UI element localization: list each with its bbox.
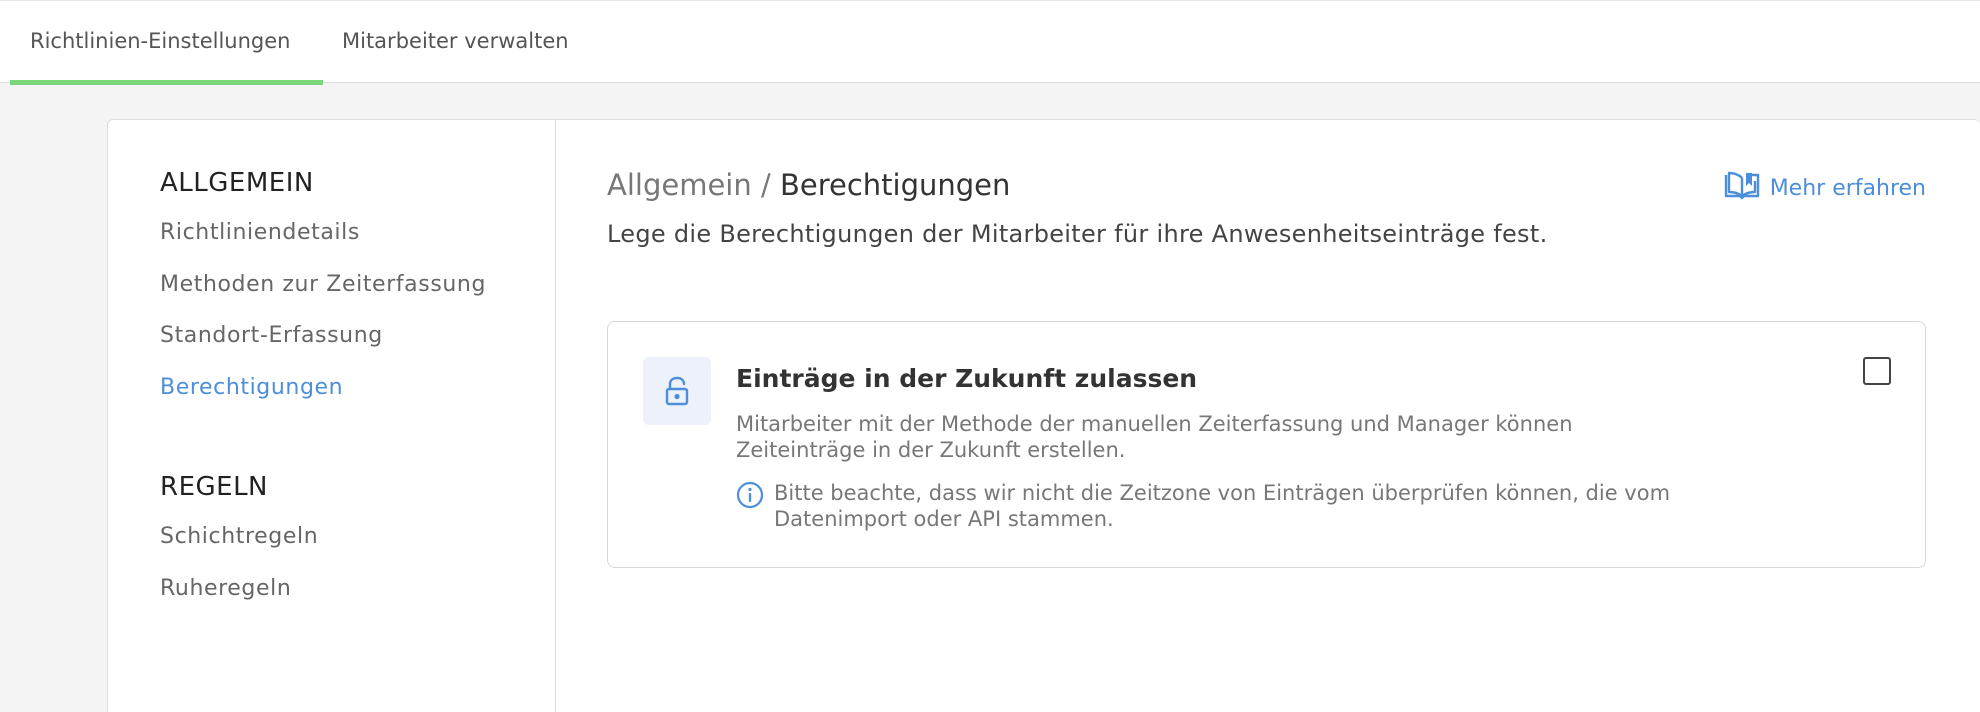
sidebar-item-berechtigungen[interactable]: Berechtigungen <box>160 375 343 400</box>
sidebar-item-methoden[interactable]: Methoden zur Zeiterfassung <box>160 272 486 297</box>
sidebar-item-ruheregeln[interactable]: Ruheregeln <box>160 576 291 601</box>
learn-more-link[interactable]: Mehr erfahren <box>1724 170 1926 206</box>
sidebar-item-standort[interactable]: Standort-Erfassung <box>160 323 383 348</box>
info-icon <box>736 481 764 532</box>
sidebar-heading-allgemein: ALLGEMEIN <box>160 168 314 198</box>
tab-richtlinien-einstellungen[interactable]: Richtlinien-Einstellungen <box>10 1 323 85</box>
lock-icon-container <box>643 357 711 425</box>
sidebar: ALLGEMEIN Richtliniendetails Methoden zu… <box>108 120 556 712</box>
book-open-icon <box>1724 170 1760 206</box>
page-subtitle: Lege die Berechtigungen der Mitarbeiter … <box>607 220 1548 248</box>
sidebar-heading-regeln: REGELN <box>160 472 269 502</box>
sidebar-item-schichtregeln[interactable]: Schichtregeln <box>160 524 318 549</box>
tab-mitarbeiter-verwalten[interactable]: Mitarbeiter verwalten <box>322 1 589 84</box>
breadcrumb-parent[interactable]: Allgemein <box>607 168 752 202</box>
main-content: Allgemein / Berechtigungen Mehr erfahren… <box>557 120 1980 712</box>
lock-icon <box>665 376 689 406</box>
permission-card-future-entries: Einträge in der Zukunft zulassen Mitarbe… <box>607 321 1926 568</box>
settings-card: ALLGEMEIN Richtliniendetails Methoden zu… <box>107 119 1980 712</box>
breadcrumb-current: Berechtigungen <box>779 168 1011 202</box>
permission-description: Mitarbeiter mit der Methode der manuelle… <box>736 412 1573 462</box>
permission-note: Bitte beachte, dass wir nicht die Zeitzo… <box>736 480 1696 532</box>
permission-title: Einträge in der Zukunft zulassen <box>736 364 1198 393</box>
permission-note-text: Bitte beachte, dass wir nicht die Zeitzo… <box>774 481 1671 531</box>
breadcrumb: Allgemein / Berechtigungen <box>607 168 1010 202</box>
future-entries-checkbox[interactable] <box>1863 357 1891 385</box>
top-tab-bar: Richtlinien-Einstellungen Mitarbeiter ve… <box>0 0 1980 85</box>
breadcrumb-separator: / <box>760 168 771 202</box>
sidebar-item-richtliniendetails[interactable]: Richtliniendetails <box>160 220 360 245</box>
learn-more-label: Mehr erfahren <box>1769 175 1926 201</box>
